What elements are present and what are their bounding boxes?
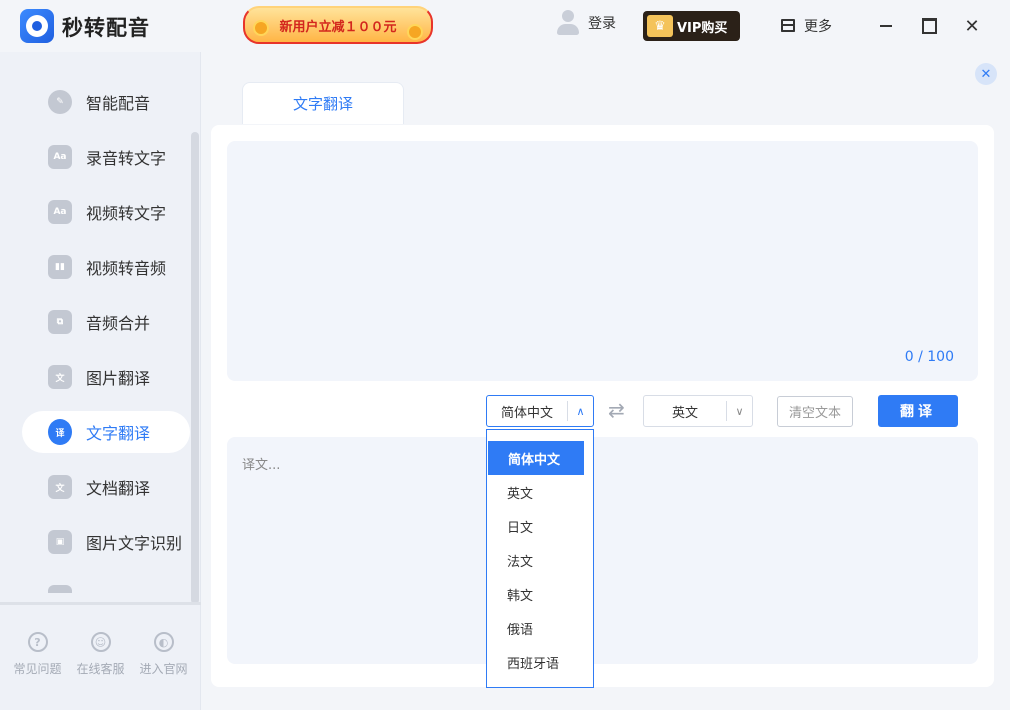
faq-icon: ? bbox=[27, 632, 48, 652]
sidebar-item-label: 图片文字识别 bbox=[86, 534, 183, 553]
promo-text: 新用户立减１００元 bbox=[279, 19, 397, 35]
sidebar-item-label: 文档翻译 bbox=[86, 479, 151, 498]
target-language-value: 英文 bbox=[671, 405, 698, 421]
title-bar: 秒转配音 新用户立减１００元 登录 ♛ VIP购买 更多 ✕ bbox=[0, 0, 1010, 52]
sidebar-item-label: 智能配音 bbox=[86, 94, 151, 113]
sidebar-item-partial[interactable] bbox=[22, 576, 190, 593]
coin-icon bbox=[407, 24, 423, 40]
website-icon: ◐ bbox=[153, 632, 174, 652]
support-icon: ☺ bbox=[90, 632, 111, 652]
promo-banner[interactable]: 新用户立减１００元 bbox=[243, 6, 433, 44]
sidebar-item-image-translate[interactable]: 文 图片翻译 bbox=[22, 356, 190, 398]
support-label: 在线客服 bbox=[76, 662, 125, 676]
dropdown-option[interactable]: 韩文 bbox=[487, 577, 593, 611]
sidebar-item-video-to-text[interactable]: Aa 视频转文字 bbox=[22, 191, 190, 233]
target-language-select[interactable]: 英文 ∨ bbox=[643, 395, 753, 427]
sidebar-item-document-translate[interactable]: 文 文档翻译 bbox=[22, 466, 190, 508]
result-placeholder: 译文... bbox=[242, 458, 281, 473]
recording-to-text-icon: Aa bbox=[48, 145, 72, 169]
sidebar-item-smart-dubbing[interactable]: ✎ 智能配音 bbox=[22, 81, 190, 123]
sidebar-scrollbar[interactable] bbox=[191, 132, 199, 604]
chevron-up-icon: ∧ bbox=[567, 401, 593, 421]
dropdown-option[interactable]: 法文 bbox=[487, 543, 593, 577]
sidebar-item-label: 文字翻译 bbox=[86, 424, 151, 443]
voice-icon: ✎ bbox=[48, 90, 72, 114]
login-button[interactable]: 登录 bbox=[556, 10, 616, 36]
sidebar-footer: ? 常见问题 ☺ 在线客服 ◐ 进入官网 bbox=[0, 632, 201, 677]
app-logo-icon bbox=[20, 9, 54, 43]
crown-icon: ♛ bbox=[647, 15, 673, 37]
clear-text-button[interactable]: 清空文本 bbox=[777, 396, 853, 427]
faq-link[interactable]: ? 常见问题 bbox=[7, 632, 69, 677]
dropdown-option[interactable]: 简体中文 bbox=[488, 441, 584, 475]
sidebar-item-label: 视频转文字 bbox=[86, 204, 167, 223]
close-window-button[interactable]: ✕ bbox=[960, 14, 984, 38]
layers-icon bbox=[780, 18, 796, 34]
source-language-select[interactable]: 简体中文 ∧ bbox=[486, 395, 594, 427]
translation-result[interactable]: 译文... bbox=[227, 437, 978, 664]
video-to-audio-icon: ▮▮ bbox=[48, 255, 72, 279]
tab-text-translate[interactable]: 文字翻译 bbox=[242, 82, 404, 124]
translate-button[interactable]: 翻译 bbox=[878, 395, 958, 427]
sidebar-item-video-to-audio[interactable]: ▮▮ 视频转音频 bbox=[22, 246, 190, 288]
coin-icon bbox=[253, 20, 269, 36]
sidebar-divider bbox=[0, 602, 201, 605]
partial-item-icon bbox=[48, 585, 72, 593]
audio-merge-icon: ⧉ bbox=[48, 310, 72, 334]
source-language-value: 简体中文 bbox=[500, 405, 553, 421]
sidebar-item-ocr[interactable]: ▣ 图片文字识别 bbox=[22, 521, 190, 563]
login-label: 登录 bbox=[588, 16, 616, 32]
dropdown-option[interactable]: 英文 bbox=[487, 475, 593, 509]
char-count: 0 / 100 bbox=[904, 349, 954, 365]
sidebar-item-text-translate[interactable]: 译 文字翻译 bbox=[22, 411, 190, 453]
sidebar: ✎ 智能配音 Aa 录音转文字 Aa 视频转文字 ▮▮ 视频转音频 ⧉ 音频合并… bbox=[0, 52, 201, 710]
sidebar-item-audio-merge[interactable]: ⧉ 音频合并 bbox=[22, 301, 190, 343]
website-link[interactable]: ◐ 进入官网 bbox=[133, 632, 195, 677]
close-panel-button[interactable]: ✕ bbox=[975, 63, 997, 85]
support-link[interactable]: ☺ 在线客服 bbox=[70, 632, 132, 677]
document-translate-icon: 文 bbox=[48, 475, 72, 499]
dropdown-option[interactable]: 西班牙语 bbox=[487, 645, 593, 679]
website-label: 进入官网 bbox=[139, 662, 188, 676]
sidebar-item-label: 录音转文字 bbox=[86, 149, 167, 168]
app-name: 秒转配音 bbox=[62, 16, 150, 40]
source-text-input[interactable]: 0 / 100 bbox=[227, 141, 978, 381]
image-translate-icon: 文 bbox=[48, 365, 72, 389]
more-menu-button[interactable]: 更多 bbox=[780, 16, 832, 36]
vip-purchase-button[interactable]: ♛ VIP购买 bbox=[643, 11, 740, 41]
sidebar-item-recording-to-text[interactable]: Aa 录音转文字 bbox=[22, 136, 190, 178]
minimize-button[interactable] bbox=[874, 14, 898, 38]
dropdown-option[interactable]: 日文 bbox=[487, 509, 593, 543]
swap-languages-icon[interactable]: ⇄ bbox=[608, 398, 625, 422]
sidebar-nav: ✎ 智能配音 Aa 录音转文字 Aa 视频转文字 ▮▮ 视频转音频 ⧉ 音频合并… bbox=[0, 73, 190, 593]
faq-label: 常见问题 bbox=[13, 662, 62, 676]
maximize-button[interactable] bbox=[917, 14, 941, 38]
video-to-text-icon: Aa bbox=[48, 200, 72, 224]
source-language-dropdown: 简体中文 英文 日文 法文 韩文 俄语 西班牙语 bbox=[486, 429, 594, 688]
vip-label: VIP购买 bbox=[677, 20, 728, 36]
user-avatar-icon bbox=[556, 10, 580, 36]
ocr-icon: ▣ bbox=[48, 530, 72, 554]
more-label: 更多 bbox=[804, 19, 832, 35]
dropdown-option[interactable]: 俄语 bbox=[487, 611, 593, 645]
sidebar-item-label: 音频合并 bbox=[86, 314, 151, 333]
chevron-down-icon: ∨ bbox=[726, 401, 752, 421]
sidebar-item-label: 视频转音频 bbox=[86, 259, 167, 278]
sidebar-item-label: 图片翻译 bbox=[86, 369, 151, 388]
text-translate-icon: 译 bbox=[48, 419, 72, 445]
